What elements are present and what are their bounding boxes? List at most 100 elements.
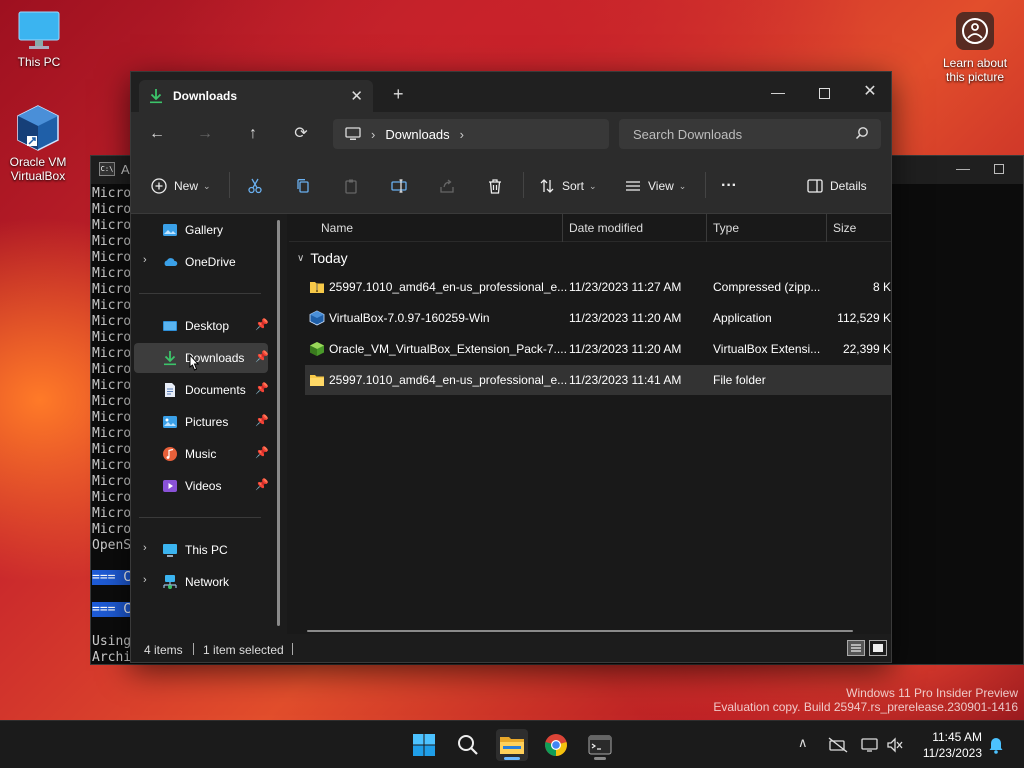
new-button[interactable]: New ⌄ [151, 175, 211, 197]
show-hidden-icons[interactable]: ∧ [798, 735, 808, 751]
file-type: Application [713, 311, 772, 325]
cut-button[interactable] [247, 175, 263, 197]
sidebar-scrollbar[interactable] [277, 220, 280, 626]
paste-button[interactable] [343, 175, 359, 197]
volume-muted-icon[interactable] [886, 737, 904, 753]
group-label: Today [310, 250, 348, 266]
column-date-modified[interactable]: Date modified [569, 221, 643, 235]
file-size: 8 K [872, 280, 891, 294]
sidebar-item-this-pc[interactable]: › This PC [134, 535, 268, 565]
column-type[interactable]: Type [713, 221, 739, 235]
close-tab-icon[interactable]: ✕ [350, 87, 363, 105]
file-type: VirtualBox Extensi... [713, 342, 821, 356]
plus-circle-icon [151, 178, 167, 194]
taskbar-file-explorer[interactable] [496, 729, 528, 761]
start-button[interactable] [408, 729, 440, 761]
sidebar-item-pictures[interactable]: Pictures 📌 [134, 407, 269, 437]
notification-bell-icon[interactable] [988, 736, 1004, 754]
tiles-view-button[interactable] [869, 640, 887, 656]
pin-icon[interactable]: 📌 [255, 382, 269, 395]
terminal-line: Micro [92, 282, 131, 298]
maximize-icon[interactable] [994, 164, 1004, 174]
terminal-line-text: Micro [92, 202, 132, 217]
column-name[interactable]: Name [321, 221, 353, 235]
refresh-button[interactable]: ⟳ [289, 124, 313, 144]
delete-button[interactable] [487, 175, 503, 197]
network-icon [163, 575, 177, 589]
clock[interactable]: 11:45 AM 11/23/2023 [906, 729, 982, 761]
more-options-button[interactable]: ··· [721, 175, 737, 197]
table-row-selected[interactable]: 25997.1010_amd64_en-us_professional_e...… [305, 365, 891, 395]
running-indicator [504, 757, 520, 760]
taskbar-terminal[interactable] [584, 729, 616, 761]
minimize-icon[interactable]: — [956, 160, 970, 176]
chevron-right-icon[interactable]: › [371, 127, 375, 142]
taskbar-chrome[interactable] [540, 729, 572, 761]
chevron-right-icon[interactable]: › [143, 542, 147, 554]
desktop-icon-this-pc[interactable]: This PC [4, 10, 74, 69]
sidebar-item-onedrive[interactable]: › OneDrive [134, 247, 268, 277]
sidebar-item-desktop[interactable]: Desktop 📌 [134, 311, 269, 341]
chevron-right-icon[interactable]: › [460, 127, 464, 142]
up-button[interactable]: ↑ [241, 124, 265, 144]
item-count: 4 items [144, 643, 183, 657]
sidebar-item-music[interactable]: Music 📌 [134, 439, 269, 469]
forward-button[interactable]: → [193, 124, 217, 144]
chevron-right-icon[interactable]: › [143, 574, 147, 586]
horizontal-scrollbar[interactable] [307, 630, 853, 632]
terminal-line: Micro [92, 346, 131, 362]
learn-label-2: this picture [945, 70, 1005, 84]
file-explorer-window[interactable]: Downloads ✕ + — ✕ ← → ↑ ⟳ › Downloads › … [130, 71, 892, 663]
sidebar-label-documents: Documents [185, 383, 246, 397]
group-header-today[interactable]: ∨ Today [297, 250, 348, 266]
view-button[interactable]: View ⌄ [625, 175, 686, 197]
table-row[interactable]: VirtualBox-7.0.97-160259-Win 11/23/2023 … [305, 303, 891, 333]
chevron-right-icon[interactable]: › [143, 254, 147, 266]
video-icon [163, 480, 177, 492]
breadcrumb-downloads[interactable]: Downloads [385, 127, 449, 142]
maximize-button[interactable] [801, 78, 847, 106]
back-button[interactable]: ← [145, 124, 169, 144]
pin-icon[interactable]: 📌 [255, 318, 269, 331]
navigation-pane: Gallery › OneDrive Desktop 📌 Downloads 📌 [131, 214, 287, 634]
minimize-button[interactable]: — [755, 78, 801, 106]
table-row[interactable]: Oracle_VM_VirtualBox_Extension_Pack-7...… [305, 334, 891, 364]
terminal-line: Micro [92, 506, 131, 522]
tab-downloads[interactable]: Downloads ✕ [139, 80, 373, 112]
column-size[interactable]: Size [833, 221, 856, 235]
rename-icon [391, 179, 407, 193]
pin-icon[interactable]: 📌 [255, 414, 269, 427]
terminal-line: === C [92, 570, 132, 586]
pin-icon[interactable]: 📌 [255, 446, 269, 459]
column-headers: Name Date modified Type Size [289, 214, 891, 242]
terminal-line: Using [92, 634, 131, 650]
sidebar-item-documents[interactable]: Documents 📌 [134, 375, 269, 405]
file-explorer-icon [500, 737, 524, 754]
sidebar-item-videos[interactable]: Videos 📌 [134, 471, 269, 501]
pin-icon[interactable]: 📌 [255, 350, 269, 363]
sidebar-item-gallery[interactable]: Gallery [134, 215, 268, 245]
pin-icon[interactable]: 📌 [255, 478, 269, 491]
share-button[interactable] [439, 175, 455, 197]
copy-button[interactable] [295, 175, 311, 197]
terminal-line-text: OpenS [92, 538, 132, 553]
learn-about-picture[interactable]: Learn about this picture [935, 12, 1015, 84]
rename-button[interactable] [391, 175, 407, 197]
terminal-line-text: Micro [92, 234, 132, 249]
terminal-line-text: Micro [92, 522, 132, 537]
search-button[interactable] [452, 729, 484, 761]
details-pane-button[interactable]: Details [807, 175, 867, 197]
share-icon [440, 179, 454, 193]
tiles-view-icon [873, 644, 883, 652]
table-row[interactable]: 25997.1010_amd64_en-us_professional_e...… [305, 272, 891, 302]
desktop-icon-virtualbox[interactable]: Oracle VM VirtualBox [3, 104, 73, 183]
display-icon[interactable] [860, 737, 880, 753]
sort-button[interactable]: Sort ⌄ [539, 175, 597, 197]
network-disconnected-icon[interactable] [828, 737, 848, 753]
close-button[interactable]: ✕ [847, 78, 893, 106]
details-view-button[interactable] [847, 640, 865, 656]
address-bar[interactable]: › Downloads › [333, 119, 609, 149]
sidebar-item-network[interactable]: › Network [134, 567, 268, 597]
new-tab-button[interactable]: + [393, 84, 404, 105]
search-input[interactable]: Search Downloads [619, 119, 881, 149]
